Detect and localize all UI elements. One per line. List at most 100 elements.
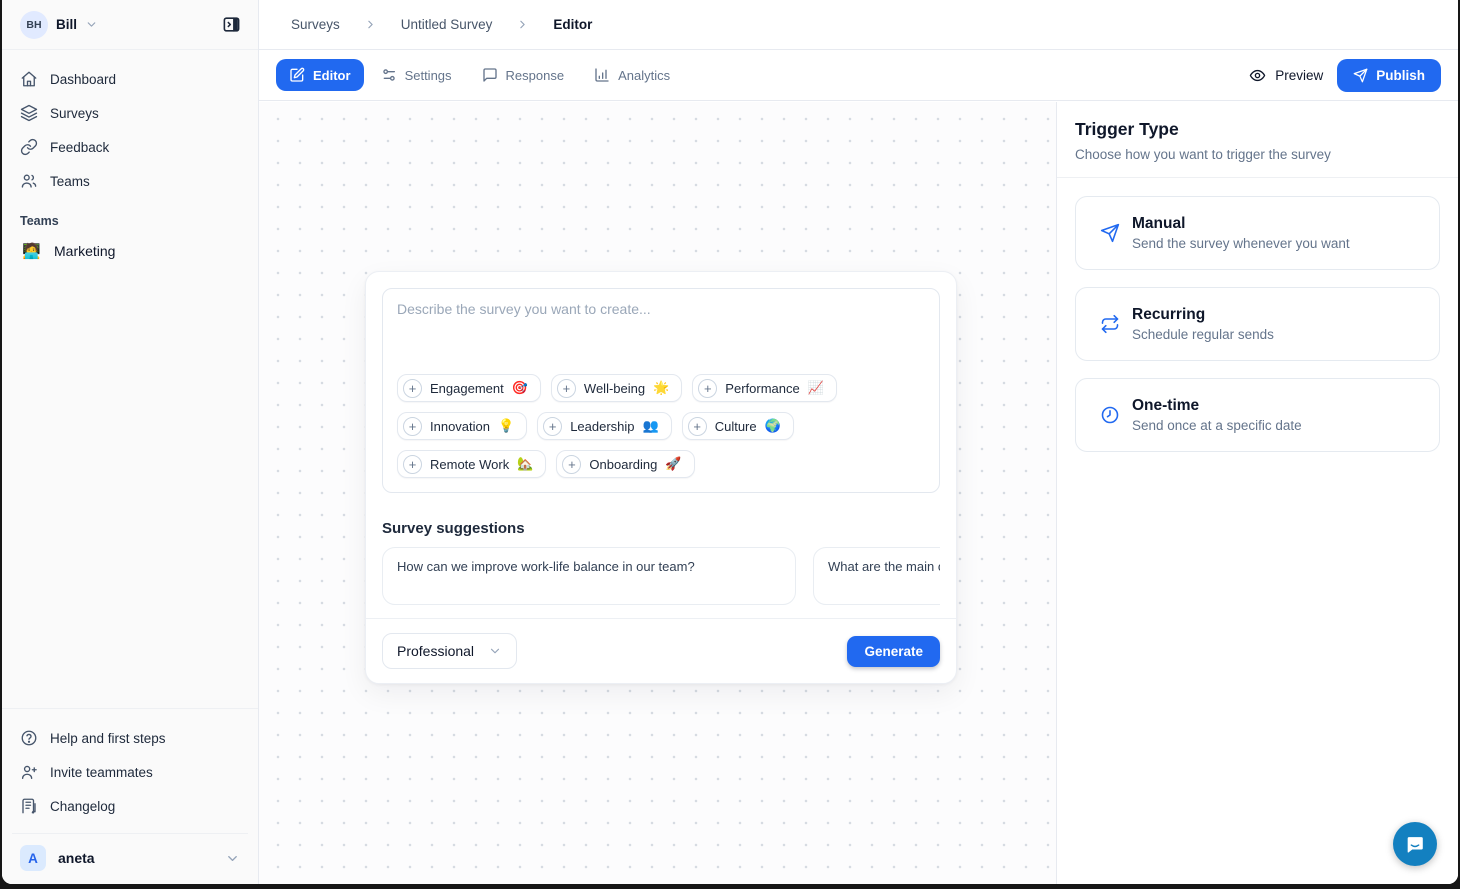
tone-select[interactable]: Professional <box>382 633 517 669</box>
sidebar-item-label: Feedback <box>50 140 109 155</box>
plus-icon: + <box>403 417 422 436</box>
breadcrumb-surveys[interactable]: Surveys <box>291 17 340 32</box>
bar-chart-icon <box>594 67 610 83</box>
publish-button[interactable]: Publish <box>1337 59 1441 92</box>
tab-label: Settings <box>405 68 452 83</box>
plus-icon: + <box>557 379 576 398</box>
chat-bubble-icon <box>482 67 498 83</box>
option-description: Schedule regular sends <box>1132 327 1274 342</box>
eye-icon <box>1249 67 1266 84</box>
user-avatar: A <box>20 845 46 871</box>
sidebar-header: BH Bill <box>2 0 258 50</box>
tab-analytics[interactable]: Analytics <box>581 59 683 91</box>
trigger-option-text: Recurring Schedule regular sends <box>1132 306 1274 342</box>
repeat-icon <box>1100 314 1120 334</box>
suggestions-row: How can we improve work-life balance in … <box>382 547 940 605</box>
topic-chip-culture[interactable]: + Culture 🌍 <box>682 412 794 440</box>
sidebar-item-surveys[interactable]: Surveys <box>12 96 248 130</box>
tone-value: Professional <box>397 643 474 659</box>
topic-chip-performance[interactable]: + Performance 📈 <box>692 374 837 402</box>
chip-label: Performance <box>725 381 799 396</box>
sliders-icon <box>381 67 397 83</box>
send-icon <box>1353 68 1368 83</box>
sidebar-team-marketing[interactable]: 🧑‍💻 Marketing <box>12 234 248 268</box>
option-title: One-time <box>1132 397 1302 415</box>
trigger-option-recurring[interactable]: Recurring Schedule regular sends <box>1075 287 1440 361</box>
plus-icon: + <box>688 417 707 436</box>
sidebar-item-teams[interactable]: Teams <box>12 164 248 198</box>
people-emoji-icon: 👥 <box>643 418 659 434</box>
preview-label: Preview <box>1275 68 1323 83</box>
changelog-icon <box>20 797 38 815</box>
bulb-emoji-icon: 💡 <box>498 418 514 434</box>
sidebar-item-label: Invite teammates <box>50 765 153 780</box>
user-plus-icon <box>20 763 38 781</box>
topic-chip-innovation[interactable]: + Innovation 💡 <box>397 412 527 440</box>
topic-chip-engagement[interactable]: + Engagement 🎯 <box>397 374 541 402</box>
sidebar-item-label: Dashboard <box>50 72 116 87</box>
chip-label: Remote Work <box>430 457 509 472</box>
dart-emoji-icon: 🎯 <box>512 380 528 396</box>
sidebar-footer: Help and first steps Invite teammates Ch… <box>2 708 258 884</box>
survey-description-input[interactable] <box>397 301 925 363</box>
trigger-option-one-time[interactable]: One-time Send once at a specific date <box>1075 378 1440 452</box>
panel-subtitle: Choose how you want to trigger the surve… <box>1075 147 1440 162</box>
sidebar-item-help[interactable]: Help and first steps <box>12 721 248 755</box>
chart-emoji-icon: 📈 <box>808 380 824 396</box>
panel-collapse-icon <box>222 15 241 34</box>
option-title: Manual <box>1132 215 1350 233</box>
chat-launcher-button[interactable] <box>1393 822 1437 866</box>
breadcrumb-untitled-survey[interactable]: Untitled Survey <box>401 17 493 32</box>
workspace-switcher[interactable]: BH Bill <box>20 11 98 39</box>
sidebar-item-feedback[interactable]: Feedback <box>12 130 248 164</box>
prompt-box: + Engagement 🎯 + Well-being 🌟 + <box>382 288 940 493</box>
suggestion-card[interactable]: How can we improve work-life balance in … <box>382 547 796 605</box>
clock-icon <box>1100 405 1120 425</box>
chevron-right-icon <box>364 18 377 31</box>
option-title: Recurring <box>1132 306 1274 324</box>
sidebar-item-label: Changelog <box>50 799 115 814</box>
publish-label: Publish <box>1376 68 1425 83</box>
link-icon <box>20 138 38 156</box>
user-name: aneta <box>58 850 95 866</box>
send-icon <box>1100 223 1120 243</box>
chevron-down-icon <box>488 644 502 658</box>
plus-icon: + <box>543 417 562 436</box>
composer-footer: Professional Generate <box>366 618 956 683</box>
topic-chip-onboarding[interactable]: + Onboarding 🚀 <box>556 450 694 478</box>
trigger-option-manual[interactable]: Manual Send the survey whenever you want <box>1075 196 1440 270</box>
collapse-sidebar-button[interactable] <box>216 10 246 40</box>
globe-emoji-icon: 🌍 <box>765 418 781 434</box>
topic-chip-well-being[interactable]: + Well-being 🌟 <box>551 374 682 402</box>
tab-label: Analytics <box>618 68 670 83</box>
sidebar: BH Bill Dashboard <box>2 0 259 884</box>
layers-icon <box>20 104 38 122</box>
tab-editor[interactable]: Editor <box>276 59 364 91</box>
option-description: Send once at a specific date <box>1132 418 1302 433</box>
team-emoji-icon: 🧑‍💻 <box>22 242 40 260</box>
sidebar-item-invite[interactable]: Invite teammates <box>12 755 248 789</box>
sidebar-item-dashboard[interactable]: Dashboard <box>12 62 248 96</box>
workspace-name: Bill <box>56 17 77 32</box>
content-area: + Engagement 🎯 + Well-being 🌟 + <box>259 102 1458 884</box>
sidebar-item-label: Surveys <box>50 106 99 121</box>
trigger-option-text: Manual Send the survey whenever you want <box>1132 215 1350 251</box>
topic-chip-remote-work[interactable]: + Remote Work 🏡 <box>397 450 546 478</box>
plus-icon: + <box>403 379 422 398</box>
chip-label: Well-being <box>584 381 645 396</box>
tab-settings[interactable]: Settings <box>368 59 465 91</box>
sidebar-item-label: Help and first steps <box>50 731 166 746</box>
editor-canvas[interactable]: + Engagement 🎯 + Well-being 🌟 + <box>259 102 1056 884</box>
suggestion-card[interactable]: What are the main ob <box>813 547 940 605</box>
generate-button[interactable]: Generate <box>847 636 940 667</box>
user-menu[interactable]: A aneta <box>12 833 248 884</box>
tab-response[interactable]: Response <box>469 59 578 91</box>
preview-button[interactable]: Preview <box>1249 67 1323 84</box>
tab-label: Editor <box>313 68 351 83</box>
topic-chip-leadership[interactable]: + Leadership 👥 <box>537 412 672 440</box>
app-window: BH Bill Dashboard <box>2 0 1458 884</box>
chat-smile-icon <box>1404 833 1426 855</box>
plus-icon: + <box>562 455 581 474</box>
sidebar-item-changelog[interactable]: Changelog <box>12 789 248 823</box>
teams-section-label: Teams <box>20 214 240 228</box>
